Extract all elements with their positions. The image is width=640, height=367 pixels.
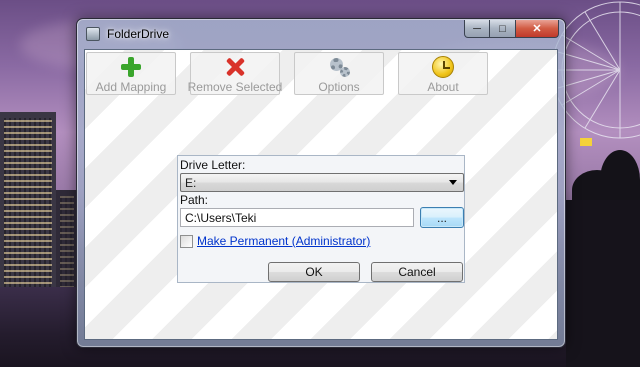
app-icon bbox=[86, 27, 100, 41]
browse-button[interactable]: ... bbox=[420, 207, 464, 228]
toolbar: Add Mapping Remove Selected Options Abou… bbox=[86, 52, 488, 95]
minimize-icon: ─ bbox=[473, 22, 481, 35]
minimize-button[interactable]: ─ bbox=[464, 20, 490, 38]
drive-letter-label: Drive Letter: bbox=[180, 158, 246, 172]
skyscraper bbox=[0, 112, 56, 302]
options-button[interactable]: Options bbox=[294, 52, 384, 95]
add-mapping-label: Add Mapping bbox=[95, 80, 167, 94]
remove-selected-label: Remove Selected bbox=[187, 80, 283, 94]
folderdrive-window: FolderDrive ─ □ ✕ Add Mapping Remove Sel… bbox=[76, 18, 566, 348]
close-button[interactable]: ✕ bbox=[516, 20, 559, 38]
add-mapping-button[interactable]: Add Mapping bbox=[86, 52, 176, 95]
client-area: Add Mapping Remove Selected Options Abou… bbox=[84, 49, 558, 340]
remove-selected-button[interactable]: Remove Selected bbox=[187, 52, 283, 95]
gear-icon bbox=[328, 56, 350, 78]
options-label: Options bbox=[318, 80, 360, 94]
drive-letter-value: E: bbox=[185, 175, 197, 190]
ok-button[interactable]: OK bbox=[268, 262, 360, 282]
caption-buttons: ─ □ ✕ bbox=[464, 20, 559, 38]
mapping-panel: Drive Letter: E: Path: ... Make Permanen… bbox=[177, 155, 465, 283]
x-icon bbox=[224, 56, 246, 78]
about-label: About bbox=[427, 80, 459, 94]
plus-icon bbox=[120, 56, 142, 78]
path-label: Path: bbox=[180, 193, 209, 207]
chevron-down-icon bbox=[449, 180, 457, 185]
drive-letter-select[interactable]: E: bbox=[180, 173, 464, 192]
maximize-button[interactable]: □ bbox=[490, 20, 516, 38]
clock-icon bbox=[432, 56, 454, 78]
make-permanent-row: Make Permanent (Administrator) bbox=[180, 234, 370, 248]
maximize-icon: □ bbox=[499, 22, 506, 35]
window-title: FolderDrive bbox=[107, 27, 170, 41]
path-input[interactable] bbox=[180, 208, 414, 227]
about-button[interactable]: About bbox=[398, 52, 488, 95]
make-permanent-checkbox[interactable] bbox=[180, 234, 193, 248]
make-permanent-link[interactable]: Make Permanent (Administrator) bbox=[197, 234, 370, 248]
close-icon: ✕ bbox=[532, 23, 542, 35]
cancel-button[interactable]: Cancel bbox=[371, 262, 463, 282]
title-bar[interactable]: FolderDrive ─ □ ✕ bbox=[77, 19, 565, 49]
